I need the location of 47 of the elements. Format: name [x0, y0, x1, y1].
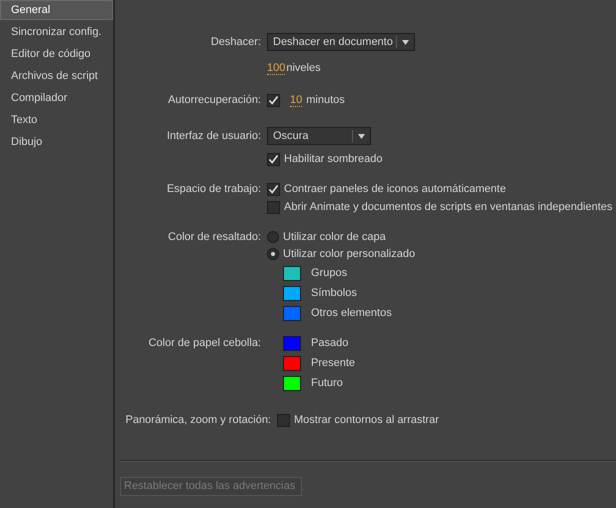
- dropdown[interactable]: Oscura: [267, 127, 371, 145]
- option-label: Abrir Animate y documentos de scripts en ventanas independientes: [284, 200, 612, 215]
- color-label: Pasado: [311, 336, 348, 351]
- color-label: Presente: [311, 356, 356, 371]
- unit-label: minutos: [306, 92, 345, 108]
- option-label: Contraer paneles de iconos automáticamente: [284, 182, 506, 197]
- sidebar-item[interactable]: Compilador: [0, 88, 113, 108]
- dropdown[interactable]: Deshacer en documento: [267, 33, 415, 51]
- field-label: Panorámica, zoom y rotación:: [125, 414, 271, 426]
- color-label: Futuro: [311, 376, 343, 391]
- option-label: Habilitar sombreado: [284, 152, 382, 167]
- checkbox[interactable]: [277, 414, 290, 426]
- option-label: Utilizar color personalizado: [283, 246, 416, 262]
- color-swatch[interactable]: [283, 356, 301, 370]
- sidebar-item[interactable]: Dibujo: [0, 132, 113, 152]
- number-field[interactable]: 100: [267, 62, 286, 74]
- unit-label: niveles: [286, 60, 321, 76]
- sidebar-item[interactable]: Archivos de script: [0, 66, 113, 86]
- field-label: Color de papel cebolla:: [148, 336, 261, 349]
- color-swatch[interactable]: [283, 286, 301, 300]
- field-label: Espacio de trabajo:: [166, 182, 261, 195]
- color-label: Grupos: [311, 266, 348, 281]
- caret-icon: [402, 40, 409, 44]
- color-swatch[interactable]: [283, 336, 301, 350]
- option-label: Utilizar color de capa: [283, 230, 386, 245]
- field-label: Deshacer:: [210, 36, 261, 48]
- sidebar-item[interactable]: Editor de código: [0, 44, 113, 64]
- checkbox[interactable]: [267, 182, 280, 196]
- checkbox[interactable]: [267, 152, 280, 166]
- field-label: Interfaz de usuario:: [166, 130, 261, 142]
- color-swatch[interactable]: [283, 376, 301, 390]
- color-swatch[interactable]: [283, 266, 301, 280]
- field-label: Autorrecuperación:: [168, 94, 261, 106]
- radio-button[interactable]: [267, 231, 279, 243]
- sidebar-item[interactable]: Texto: [0, 110, 113, 130]
- radio-button[interactable]: [267, 248, 279, 260]
- field-label: Color de resaltado:: [168, 230, 261, 243]
- number-field[interactable]: 10: [290, 94, 302, 106]
- checkbox[interactable]: [267, 200, 280, 214]
- color-swatch[interactable]: [283, 306, 301, 320]
- color-label: Símbolos: [311, 286, 357, 301]
- caret-icon: [358, 134, 365, 138]
- checkbox[interactable]: [267, 94, 280, 106]
- sidebar-item[interactable]: Sincronizar config.: [0, 22, 113, 42]
- option-label: Mostrar contornos al arrastrar: [294, 412, 439, 428]
- color-label: Otros elementos: [311, 306, 392, 321]
- sidebar-item[interactable]: General: [0, 0, 113, 20]
